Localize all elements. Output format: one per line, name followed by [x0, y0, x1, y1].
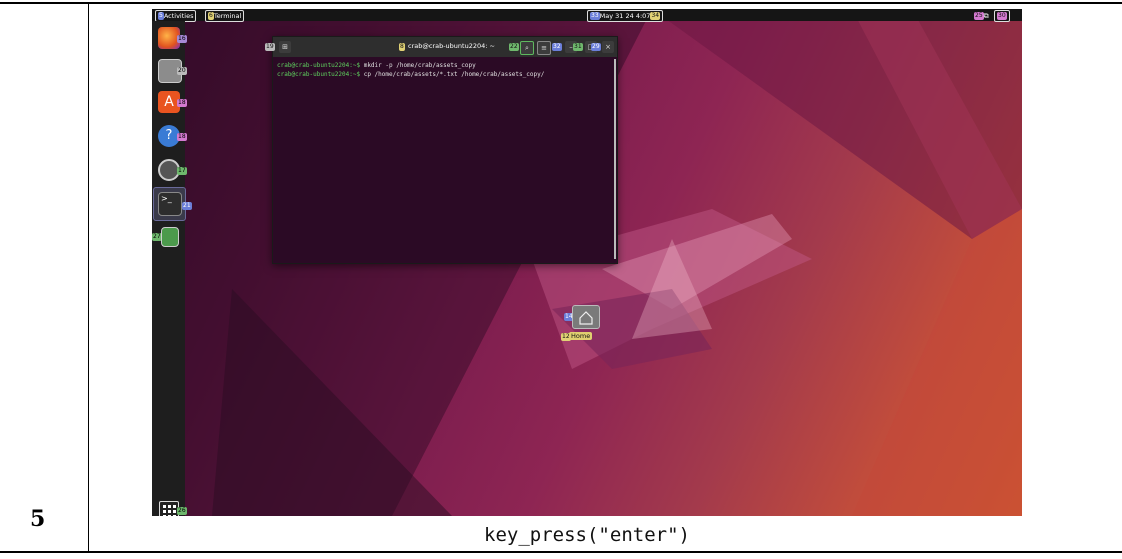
terminal-title: crab@crab-ubuntu2204: ~: [408, 42, 495, 50]
time-badge: 34: [650, 12, 661, 20]
terminal-scrollbar[interactable]: [614, 59, 616, 259]
terminal-window: 19 ⊞ 8 crab@crab-ubuntu2204: ~ 22 ⌕ ≡ 32…: [265, 36, 618, 264]
terminal-badge: 21: [182, 202, 192, 210]
terminal-header: 19 ⊞ 8 crab@crab-ubuntu2204: ~ 22 ⌕ ≡ 32…: [265, 37, 617, 57]
activities-label: Activities: [163, 12, 194, 20]
files-badge: 20: [177, 67, 187, 75]
step-number: 5: [30, 506, 46, 532]
home-folder-icon[interactable]: [572, 305, 600, 329]
terminal-icon[interactable]: >_: [158, 192, 182, 216]
house-icon: [579, 311, 593, 325]
prompt-1: crab@crab-ubuntu2204:~$: [277, 62, 364, 69]
search-button[interactable]: ⌕: [520, 41, 534, 55]
command-1: mkdir -p /home/crab/assets_copy: [363, 62, 476, 69]
show-apps-button[interactable]: [159, 501, 179, 516]
top-rule: [0, 2, 1122, 4]
grid-icon: [163, 505, 176, 516]
home-label: Home: [569, 332, 593, 340]
prompt-2: crab@crab-ubuntu2204:~$: [277, 71, 364, 78]
terminal-line-2: crab@crab-ubuntu2204:~$ cp /home/crab/as…: [277, 71, 544, 78]
dock: 16 20 A 18 ? 18 17 >_ 21 27 26: [152, 21, 192, 516]
new-tab-badge: 19: [265, 43, 275, 51]
app-menu-label: Terminal: [213, 12, 242, 20]
clock-button[interactable]: 33May 31 24 4:0734: [587, 10, 664, 22]
system-menu-button[interactable]: 30: [994, 10, 1010, 22]
network-icon: ⧉: [983, 12, 989, 20]
column-divider: [88, 4, 89, 551]
desktop-screenshot: 5Activities 6Terminal 33May 31 24 4:0734…: [152, 9, 1022, 516]
network-indicator[interactable]: 25⧉: [974, 10, 989, 22]
clock-time: 24 4:07: [625, 12, 651, 20]
title-badge: 8: [399, 43, 405, 51]
menu-badge: 32: [552, 43, 562, 51]
terminal-line-1: crab@crab-ubuntu2204:~$ mkdir -p /home/c…: [277, 62, 476, 69]
trash-icon[interactable]: [161, 227, 179, 247]
clock-date: May 31: [599, 12, 624, 20]
settings-badge: 17: [177, 167, 187, 175]
minimize-badge: 31: [573, 43, 583, 51]
search-badge: 22: [509, 43, 519, 51]
bottom-rule: [0, 551, 1122, 553]
command-2: cp /home/crab/assets/*.txt /home/crab/as…: [363, 71, 545, 78]
new-tab-button[interactable]: ⊞: [279, 41, 291, 53]
app-menu-button[interactable]: 6Terminal: [205, 10, 245, 22]
clock-badge: 33: [590, 12, 600, 20]
top-bar: 5Activities 6Terminal 33May 31 24 4:0734…: [152, 9, 1022, 22]
close-badge: 29: [591, 43, 601, 51]
close-button[interactable]: ×: [602, 41, 614, 53]
action-caption: key_press("enter"): [484, 524, 690, 546]
menu-button[interactable]: ≡: [537, 41, 551, 55]
help-badge: 18: [177, 133, 187, 141]
firefox-badge: 16: [177, 35, 187, 43]
volume-badge: 30: [997, 12, 1007, 20]
apps-badge: 26: [177, 507, 187, 515]
software-badge: 18: [177, 99, 187, 107]
tray-badge: 25: [974, 12, 984, 20]
